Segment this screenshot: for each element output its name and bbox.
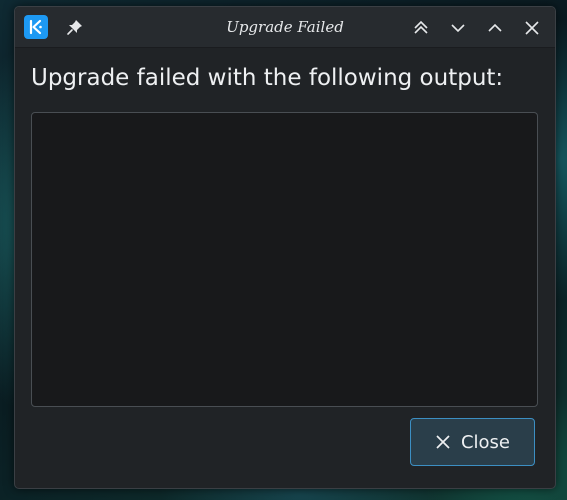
close-icon <box>435 434 451 450</box>
kde-logo-icon[interactable] <box>24 15 48 39</box>
output-textarea[interactable] <box>31 112 538 407</box>
keep-above-icon[interactable] <box>410 17 432 39</box>
close-icon[interactable] <box>521 17 543 39</box>
titlebar[interactable]: Upgrade Failed <box>15 7 555 48</box>
pin-icon[interactable] <box>65 17 85 37</box>
output-heading: Upgrade failed with the following output… <box>31 65 504 91</box>
maximize-icon[interactable] <box>484 17 506 39</box>
close-button-label: Close <box>460 431 511 453</box>
dialog-window: Upgrade Failed Upgrade failed with the f… <box>14 6 556 489</box>
window-title: Upgrade Failed <box>226 18 344 36</box>
minimize-icon[interactable] <box>447 17 469 39</box>
close-button[interactable]: Close <box>410 418 535 466</box>
